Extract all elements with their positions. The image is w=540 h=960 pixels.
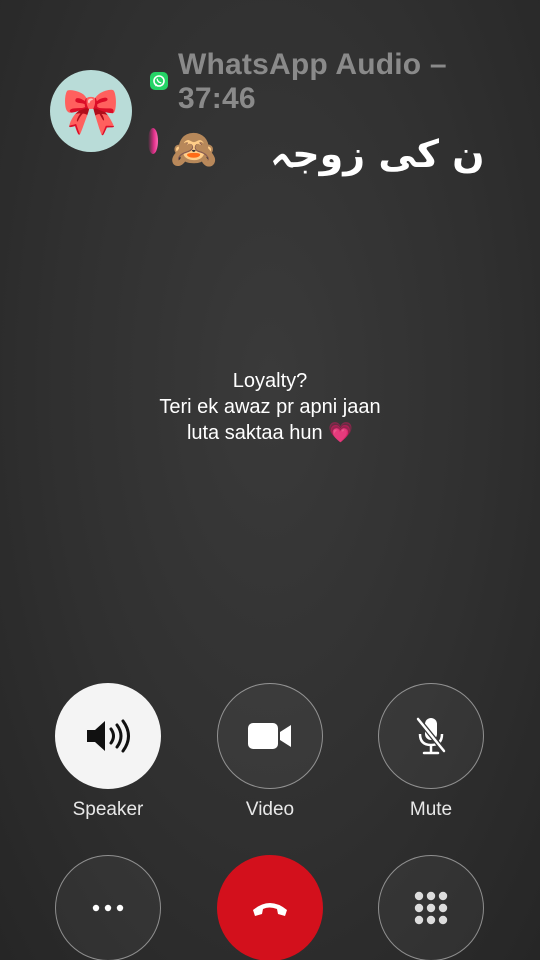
see-no-evil-monkey-emoji: 🙈 (170, 129, 218, 171)
more-dots-icon (92, 904, 124, 912)
end-call-button[interactable] (217, 855, 323, 960)
contact-name: ن کی زوجہ (270, 132, 485, 176)
mute-label: Mute (409, 799, 453, 820)
caption-line-2: Teri ek awaz pr apni jaan (159, 396, 381, 418)
more-options-button[interactable] (55, 855, 161, 960)
call-duration: 37:46 (178, 82, 256, 115)
call-app-name: WhatsApp Audio – (178, 48, 447, 81)
microphone-slash-icon (416, 717, 446, 755)
caption-line-1: Loyalty? (232, 370, 308, 392)
video-label: Video (245, 799, 295, 820)
call-title: WhatsApp Audio – 37:46 (178, 48, 478, 116)
video-button[interactable] (217, 683, 323, 789)
video-camera-icon (248, 723, 291, 749)
speaker-label: Speaker (72, 799, 144, 820)
caption-line-3: luta saktaa hun 💗 (186, 422, 354, 444)
speaker-button[interactable] (55, 683, 161, 789)
keypad-icon (414, 891, 448, 925)
video-caption: Loyalty? Teri ek awaz pr apni jaan luta … (0, 368, 540, 446)
speaker-icon (87, 719, 130, 753)
bow-emoji: 🎀 (62, 85, 120, 137)
whatsapp-icon (150, 72, 168, 90)
caller-avatar: 🎀 (50, 70, 132, 152)
end-call-icon (253, 903, 287, 916)
keypad-button[interactable] (378, 855, 484, 960)
pink-glow-icon (148, 128, 158, 154)
mute-button[interactable] (378, 683, 484, 789)
